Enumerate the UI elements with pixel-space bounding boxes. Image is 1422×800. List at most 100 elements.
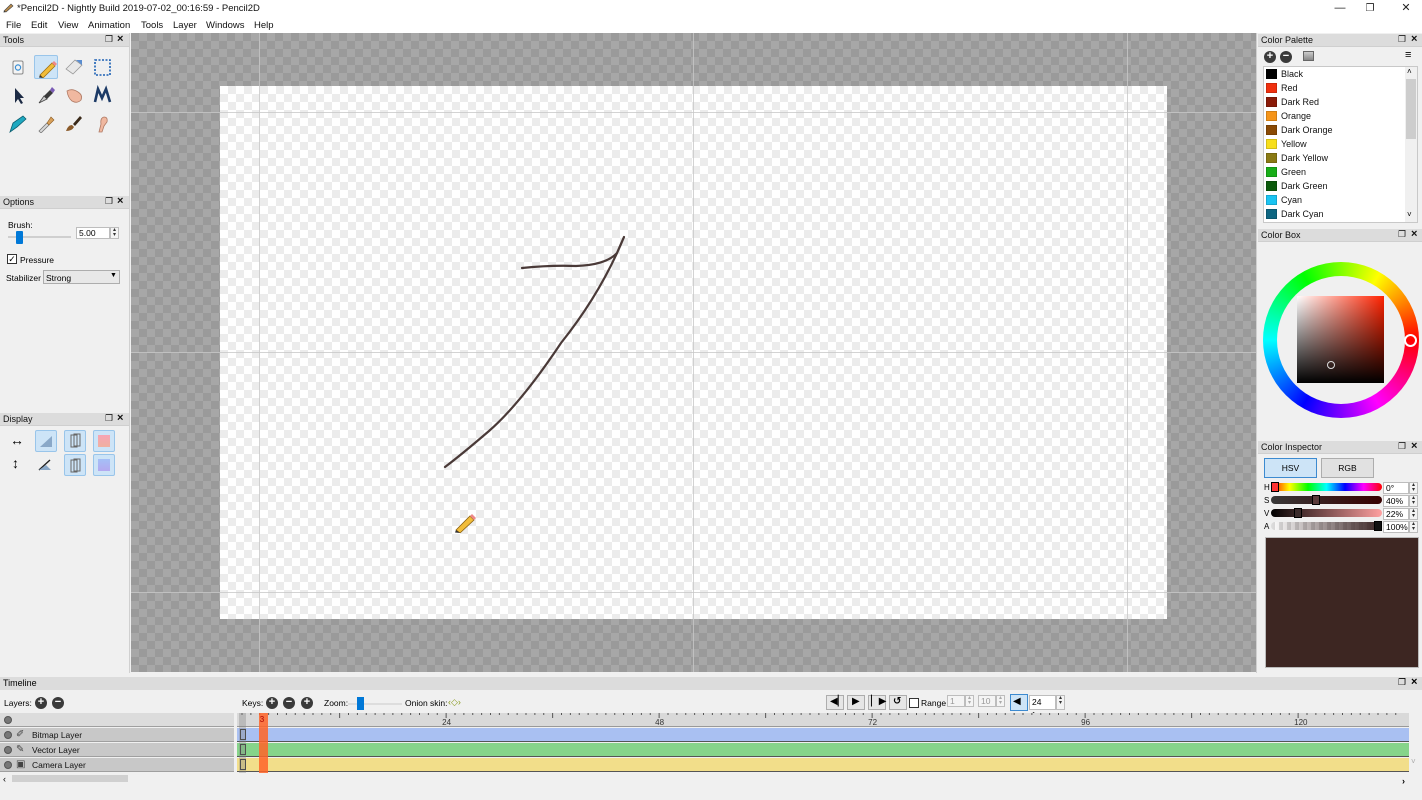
tool-eraser[interactable] [62,55,86,79]
display-flip-vertical[interactable]: ↕ [6,454,28,476]
menu-tools[interactable]: Tools [141,20,163,31]
play-button[interactable]: ▶ [847,695,865,710]
timeline-scroll-down-icon[interactable]: ˅ [1411,757,1416,766]
maximize-button[interactable]: ❐ [1355,0,1385,18]
saturation-stepper[interactable]: ▴ ▾ [1409,495,1418,507]
tool-smudge[interactable] [90,111,114,135]
layer-row[interactable]: ✎ Vector Layer [0,743,234,757]
hue-input[interactable]: 0° [1383,482,1409,494]
float-panel-icon[interactable]: ❐ [1398,34,1406,45]
hue-slider[interactable] [1271,482,1382,492]
palette-color-item[interactable]: Dark Orange [1266,123,1406,137]
hue-slider-handle[interactable] [1271,482,1279,492]
close-panel-icon[interactable]: × [117,412,123,424]
close-panel-icon[interactable]: × [1411,440,1417,452]
menu-view[interactable]: View [58,20,78,31]
scrollbar-thumb[interactable] [1406,79,1416,139]
timeline-ruler[interactable]: 24 48 72 96 120 [237,713,1409,727]
scroll-left-icon[interactable]: ‹ [3,774,6,784]
display-onion-red[interactable] [93,430,115,452]
float-panel-icon[interactable]: ❐ [1398,441,1406,452]
layer-visibility-toggle[interactable] [4,746,12,754]
menu-layer[interactable]: Layer [173,20,197,31]
palette-color-item[interactable]: Cyan [1266,193,1406,207]
scroll-right-icon[interactable]: › [1402,776,1405,786]
palette-color-item[interactable]: Yellow [1266,137,1406,151]
tool-select[interactable] [90,55,114,79]
tool-polyline[interactable] [90,83,114,107]
range-start-input[interactable]: 1 [947,695,965,707]
loop-button[interactable]: ↺ [889,695,907,710]
brush-size-slider-handle[interactable] [16,231,23,244]
tool-eyedropper[interactable] [34,111,58,135]
range-end-stepper[interactable]: ▴ ▾ [996,695,1005,707]
duplicate-key-button[interactable]: + [301,697,313,709]
fps-input[interactable]: 24 fps [1029,695,1056,720]
palette-color-item[interactable]: Green [1266,165,1406,179]
layer-track[interactable] [237,743,1409,757]
tool-brush[interactable] [62,111,86,135]
stabilizer-dropdown[interactable]: Strong ▼ [43,270,120,284]
minimize-button[interactable]: — [1325,0,1355,18]
palette-color-item[interactable]: Dark Red [1266,95,1406,109]
float-panel-icon[interactable]: ❐ [105,196,113,207]
menu-edit[interactable]: Edit [31,20,47,31]
layer-visibility-toggle[interactable] [4,731,12,739]
timeline-zoom-slider[interactable] [348,697,402,710]
tool-pen[interactable] [34,83,58,107]
value-slider[interactable] [1271,508,1382,518]
saturation-slider-handle[interactable] [1312,495,1321,505]
palette-color-item[interactable]: Orange [1266,109,1406,123]
saturation-input[interactable]: 40% [1383,495,1409,507]
scroll-down-icon[interactable]: ˅ [1407,210,1412,219]
close-panel-icon[interactable]: × [117,33,123,45]
range-checkbox[interactable] [909,698,919,708]
display-onion-blue[interactable] [93,454,115,476]
menu-windows[interactable]: Windows [206,20,245,31]
tab-hsv[interactable]: HSV [1264,458,1317,478]
menu-animation[interactable]: Animation [88,20,130,31]
drawing-canvas[interactable] [131,33,1256,672]
remove-key-button[interactable]: − [283,697,295,709]
close-panel-icon[interactable]: × [1411,33,1417,45]
sound-toggle-button[interactable]: ◀︎ [1010,694,1028,711]
hue-picker-handle[interactable] [1404,334,1417,347]
scroll-up-icon[interactable]: ˄ [1407,67,1412,76]
layer-row[interactable]: ✐ Bitmap Layer [0,728,234,742]
alpha-input[interactable]: 100% [1383,521,1409,533]
sv-picker-handle[interactable] [1327,361,1335,369]
alpha-slider-handle[interactable] [1374,521,1382,531]
display-onion-prev[interactable] [35,430,57,452]
palette-color-item[interactable]: Dark Yellow [1266,151,1406,165]
next-frame-button[interactable]: ▏▶ [868,695,886,710]
float-panel-icon[interactable]: ❐ [105,413,113,424]
previous-frame-button[interactable]: ◀▏ [826,695,845,710]
close-panel-icon[interactable]: × [1411,228,1417,240]
all-layers-visibility-toggle[interactable] [4,716,12,724]
hue-stepper[interactable]: ▴ ▾ [1409,482,1418,494]
display-onion-next[interactable] [35,454,57,476]
tool-hand[interactable] [62,83,86,107]
alpha-slider[interactable] [1271,521,1382,531]
tool-move[interactable] [6,83,30,107]
value-input[interactable]: 22% [1383,508,1409,520]
layer-scrollbar-thumb[interactable] [12,775,128,782]
palette-color-item[interactable]: Black [1266,67,1406,81]
tab-rgb[interactable]: RGB [1321,458,1374,478]
range-end-input[interactable]: 10 [978,695,996,707]
close-button[interactable]: ✕ [1391,0,1421,18]
range-start-stepper[interactable]: ▴ ▾ [965,695,974,707]
palette-scrollbar[interactable]: ˄ ˅ [1405,67,1417,222]
value-stepper[interactable]: ▴ ▾ [1409,508,1418,520]
add-layer-button[interactable]: + [35,697,47,709]
palette-color-item[interactable]: Red [1266,81,1406,95]
tool-pencil[interactable] [34,55,58,79]
tool-clear[interactable] [6,55,30,79]
menu-help[interactable]: Help [254,20,274,31]
menu-file[interactable]: File [6,20,21,31]
saturation-slider[interactable] [1271,495,1382,505]
display-onion-skin-2[interactable] [64,454,86,476]
close-panel-icon[interactable]: × [1411,676,1417,688]
pressure-checkbox[interactable]: ✓ [7,254,17,264]
brush-size-stepper[interactable]: ▴ ▾ [110,227,119,239]
